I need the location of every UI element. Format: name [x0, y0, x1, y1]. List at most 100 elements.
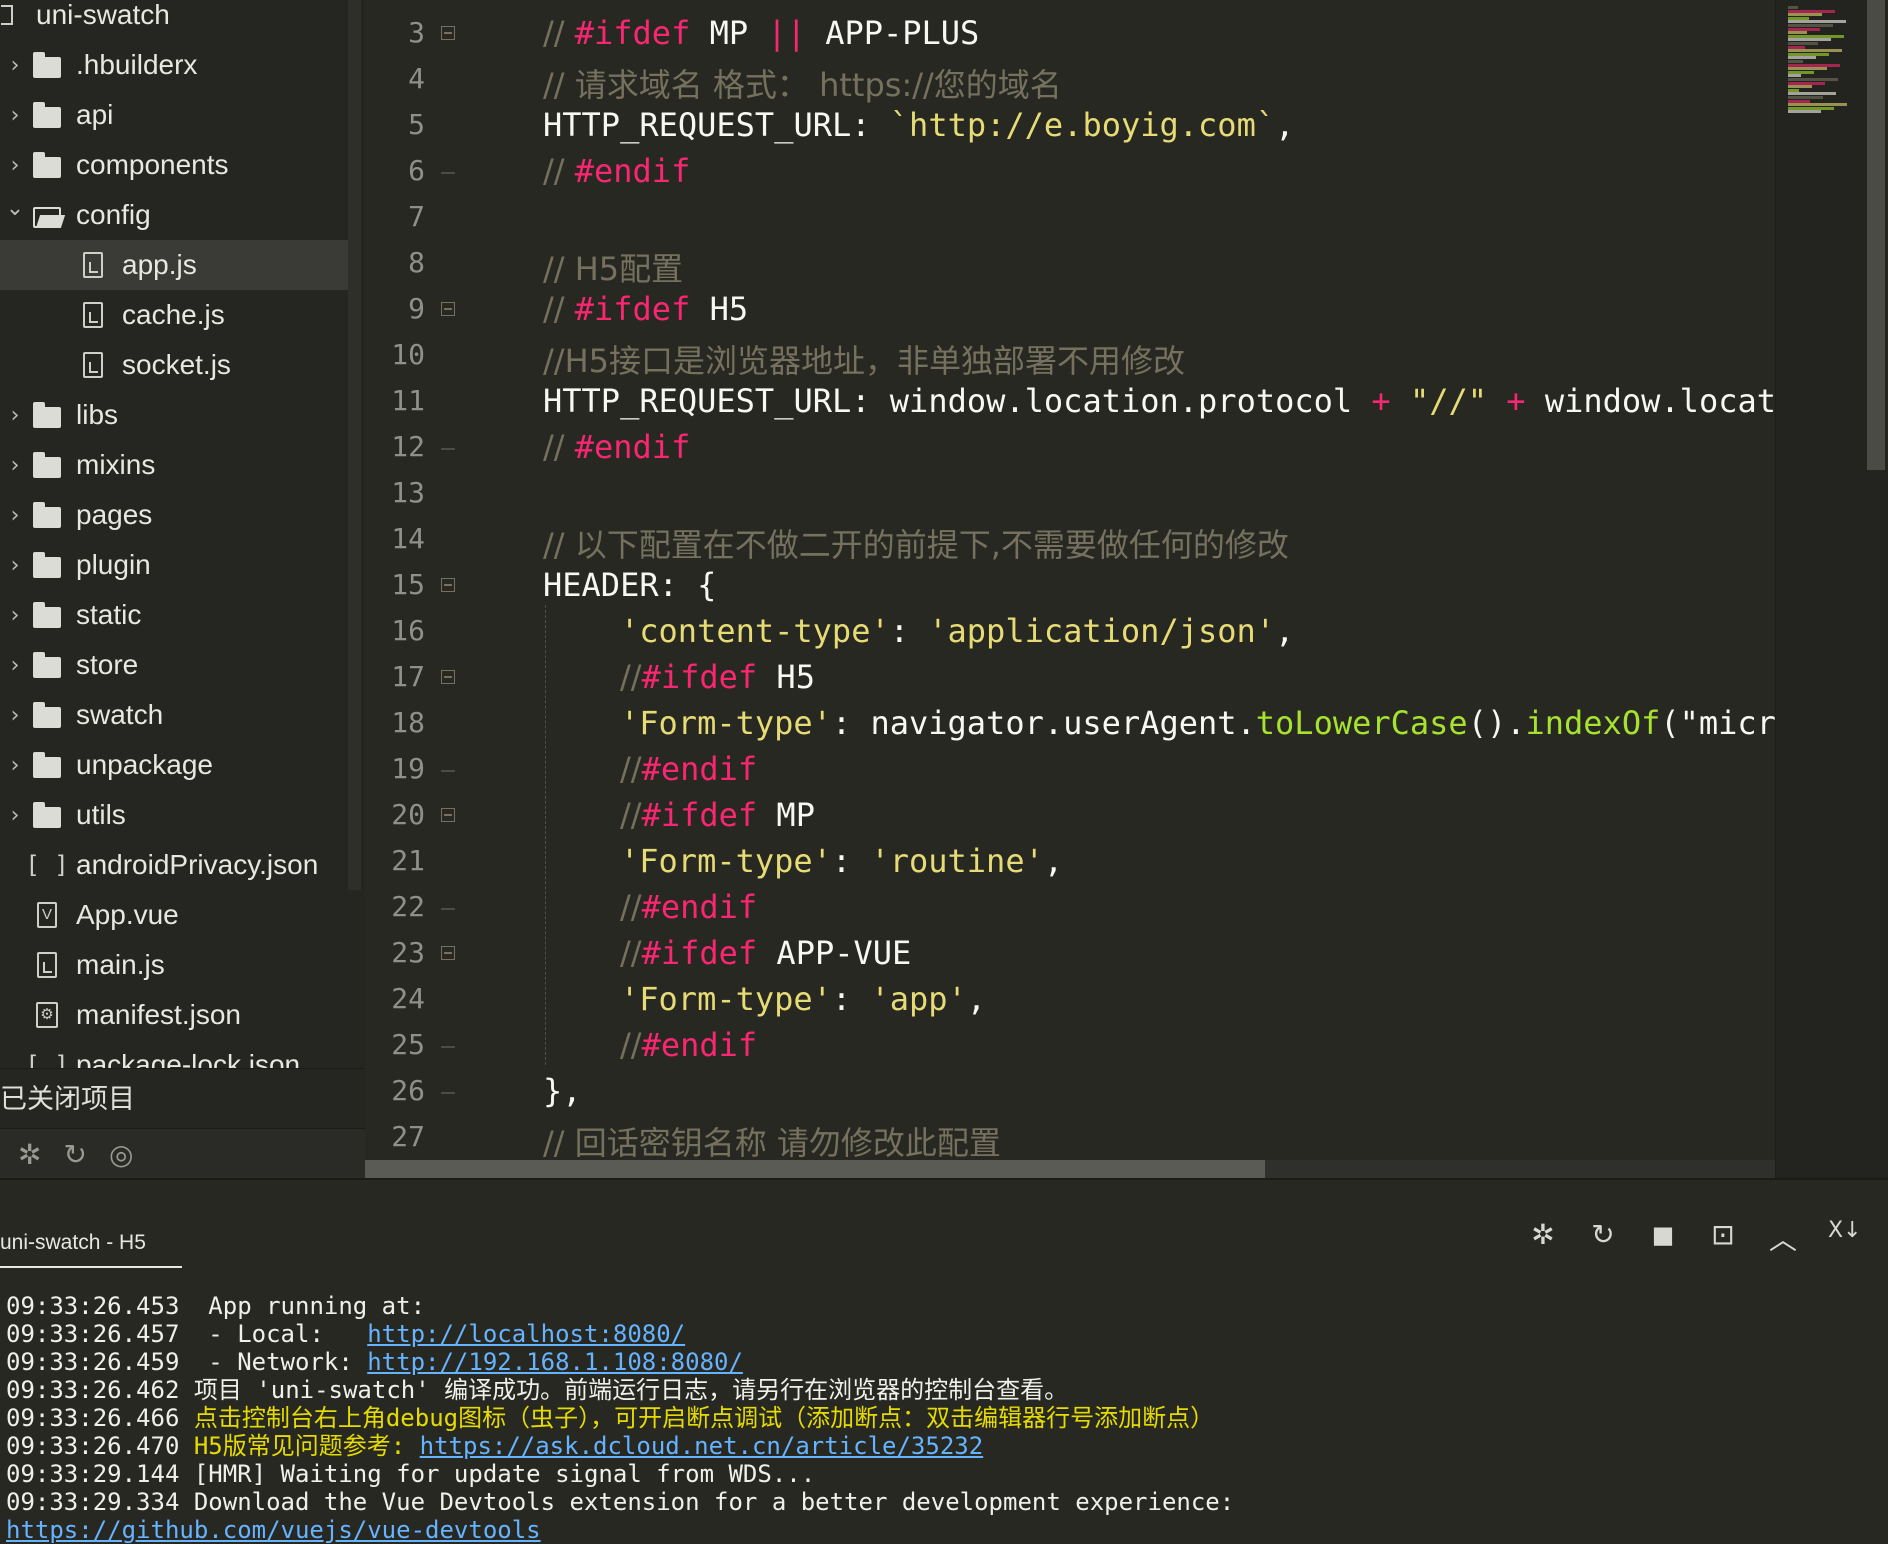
- chevron-right-icon[interactable]: ›: [0, 53, 30, 78]
- line-number[interactable]: 8: [365, 246, 425, 279]
- code-editor[interactable]: 3 4 5 6 7 8 9 10 11 12 13 14 15 16 17 18 19 20 21 22 23 24 25 2…: [365, 0, 1888, 1178]
- line-number[interactable]: 21: [365, 844, 425, 877]
- chevron-right-icon[interactable]: ›: [0, 603, 30, 628]
- code-line-5[interactable]: HTTP_REQUEST_URL: `http://e.boyig.com`,: [543, 106, 1888, 144]
- code-line-20[interactable]: //#ifdef MP: [620, 796, 1888, 834]
- chevron-right-icon[interactable]: ›: [0, 553, 30, 578]
- chevron-right-icon[interactable]: ›: [0, 703, 30, 728]
- chevron-right-icon[interactable]: ›: [0, 753, 30, 778]
- line-number[interactable]: 12: [365, 430, 425, 463]
- folder-item[interactable]: › .hbuilderx: [0, 40, 348, 90]
- line-number[interactable]: 27: [365, 1120, 425, 1153]
- folder-item[interactable]: › store: [0, 640, 348, 690]
- code-line-11[interactable]: HTTP_REQUEST_URL: window.location.protoc…: [543, 382, 1888, 420]
- console-tab[interactable]: uni-swatch - H5: [0, 1220, 182, 1268]
- fold-collapse-icon[interactable]: [441, 26, 455, 40]
- code-line-8[interactable]: // H5配置: [543, 244, 1888, 290]
- horizontal-scroll-thumb[interactable]: [365, 1160, 1265, 1178]
- file-item[interactable]: socket.js: [0, 340, 348, 390]
- project-root[interactable]: uni-swatch: [0, 0, 348, 40]
- line-number[interactable]: 26: [365, 1074, 425, 1107]
- log-link[interactable]: http://192.168.1.108:8080/: [367, 1348, 743, 1376]
- line-number[interactable]: 18: [365, 706, 425, 739]
- fold-collapse-icon[interactable]: [441, 302, 455, 316]
- code-line-27[interactable]: // 回话密钥名称 请勿修改此配置: [543, 1118, 1888, 1164]
- file-item[interactable]: main.js: [0, 940, 348, 990]
- debug-bug-icon[interactable]: ✲: [1528, 1218, 1558, 1258]
- chevron-right-icon[interactable]: ›: [0, 403, 30, 428]
- code-line-21[interactable]: 'Form-type': 'routine',: [620, 842, 1888, 880]
- fold-collapse-icon[interactable]: [441, 578, 455, 592]
- folder-item[interactable]: › swatch: [0, 690, 348, 740]
- log-link[interactable]: https://ask.dcloud.net.cn/article/35232: [420, 1432, 984, 1460]
- code-line-19[interactable]: //#endif: [620, 750, 1888, 788]
- line-number[interactable]: 16: [365, 614, 425, 647]
- chevron-down-icon[interactable]: ⌄: [0, 196, 30, 221]
- line-number[interactable]: 3: [365, 16, 425, 49]
- folder-item[interactable]: › mixins: [0, 440, 348, 490]
- globe-icon[interactable]: ◎: [109, 1138, 133, 1171]
- stop-icon[interactable]: ◼: [1648, 1218, 1678, 1258]
- line-number[interactable]: 14: [365, 522, 425, 555]
- clear-scroll-icon[interactable]: X↓: [1828, 1218, 1862, 1258]
- code-line-17[interactable]: //#ifdef H5: [620, 658, 1888, 696]
- sidebar-scrollbar[interactable]: [348, 0, 361, 890]
- line-number[interactable]: 11: [365, 384, 425, 417]
- chevron-right-icon[interactable]: ›: [0, 803, 30, 828]
- chevron-right-icon[interactable]: ›: [0, 453, 30, 478]
- folder-item[interactable]: › libs: [0, 390, 348, 440]
- code-line-9[interactable]: // #ifdef H5: [543, 290, 1888, 328]
- folder-item[interactable]: › static: [0, 590, 348, 640]
- line-number[interactable]: 7: [365, 200, 425, 233]
- bug-icon[interactable]: ✲: [18, 1138, 41, 1171]
- code-line-3[interactable]: // #ifdef MP || APP-PLUS: [543, 14, 1888, 52]
- log-link[interactable]: http://localhost:8080/: [367, 1320, 685, 1348]
- code-line-22[interactable]: //#endif: [620, 888, 1888, 926]
- refresh-icon[interactable]: ↻: [63, 1138, 86, 1171]
- file-item[interactable]: app.js: [0, 240, 348, 290]
- file-item[interactable]: ⚙ manifest.json: [0, 990, 348, 1040]
- line-number[interactable]: 10: [365, 338, 425, 371]
- line-number[interactable]: 13: [365, 476, 425, 509]
- chevron-up-icon[interactable]: ︿: [1768, 1218, 1798, 1258]
- folder-item[interactable]: › api: [0, 90, 348, 140]
- folder-item[interactable]: › components: [0, 140, 348, 190]
- line-number[interactable]: 15: [365, 568, 425, 601]
- line-number[interactable]: 9: [365, 292, 425, 325]
- fold-collapse-icon[interactable]: [441, 670, 455, 684]
- folder-item[interactable]: › utils: [0, 790, 348, 840]
- line-number[interactable]: 17: [365, 660, 425, 693]
- fold-collapse-icon[interactable]: [441, 946, 455, 960]
- code-line-18[interactable]: 'Form-type': navigator.userAgent.toLower…: [620, 704, 1888, 742]
- line-number[interactable]: 19: [365, 752, 425, 785]
- fold-collapse-icon[interactable]: [441, 808, 455, 822]
- line-number[interactable]: 25: [365, 1028, 425, 1061]
- code-line-6[interactable]: // #endif: [543, 152, 1888, 190]
- code-line-15[interactable]: HEADER: {: [543, 566, 1888, 604]
- code-line-14[interactable]: // 以下配置在不做二开的前提下,不需要做任何的修改: [543, 520, 1888, 566]
- terminal-icon[interactable]: ⊡: [1708, 1218, 1738, 1258]
- line-number[interactable]: 4: [365, 62, 425, 95]
- chevron-right-icon[interactable]: ›: [0, 503, 30, 528]
- line-number[interactable]: 24: [365, 982, 425, 1015]
- log-link[interactable]: https://github.com/vuejs/vue-devtools: [6, 1516, 541, 1544]
- code-line-12[interactable]: // #endif: [543, 428, 1888, 466]
- vertical-scroll-thumb[interactable]: [1867, 0, 1885, 470]
- restart-icon[interactable]: ↻: [1588, 1218, 1618, 1258]
- file-item[interactable]: cache.js: [0, 290, 348, 340]
- folder-item[interactable]: › pages: [0, 490, 348, 540]
- file-item[interactable]: [ ] androidPrivacy.json: [0, 840, 348, 890]
- line-number[interactable]: 22: [365, 890, 425, 923]
- folder-item[interactable]: › plugin: [0, 540, 348, 590]
- code-line-25[interactable]: //#endif: [620, 1026, 1888, 1064]
- chevron-right-icon[interactable]: ›: [0, 653, 30, 678]
- line-number[interactable]: 5: [365, 108, 425, 141]
- code-line-16[interactable]: 'content-type': 'application/json',: [620, 612, 1888, 650]
- closed-projects-header[interactable]: 已关闭项目: [0, 1068, 365, 1129]
- code-line-24[interactable]: 'Form-type': 'app',: [620, 980, 1888, 1018]
- code-line-4[interactable]: // 请求域名 格式： https://您的域名: [543, 60, 1888, 106]
- code-line-26[interactable]: },: [543, 1072, 1888, 1110]
- horizontal-scrollbar[interactable]: [365, 1160, 1775, 1178]
- line-number[interactable]: 20: [365, 798, 425, 831]
- folder-item[interactable]: › unpackage: [0, 740, 348, 790]
